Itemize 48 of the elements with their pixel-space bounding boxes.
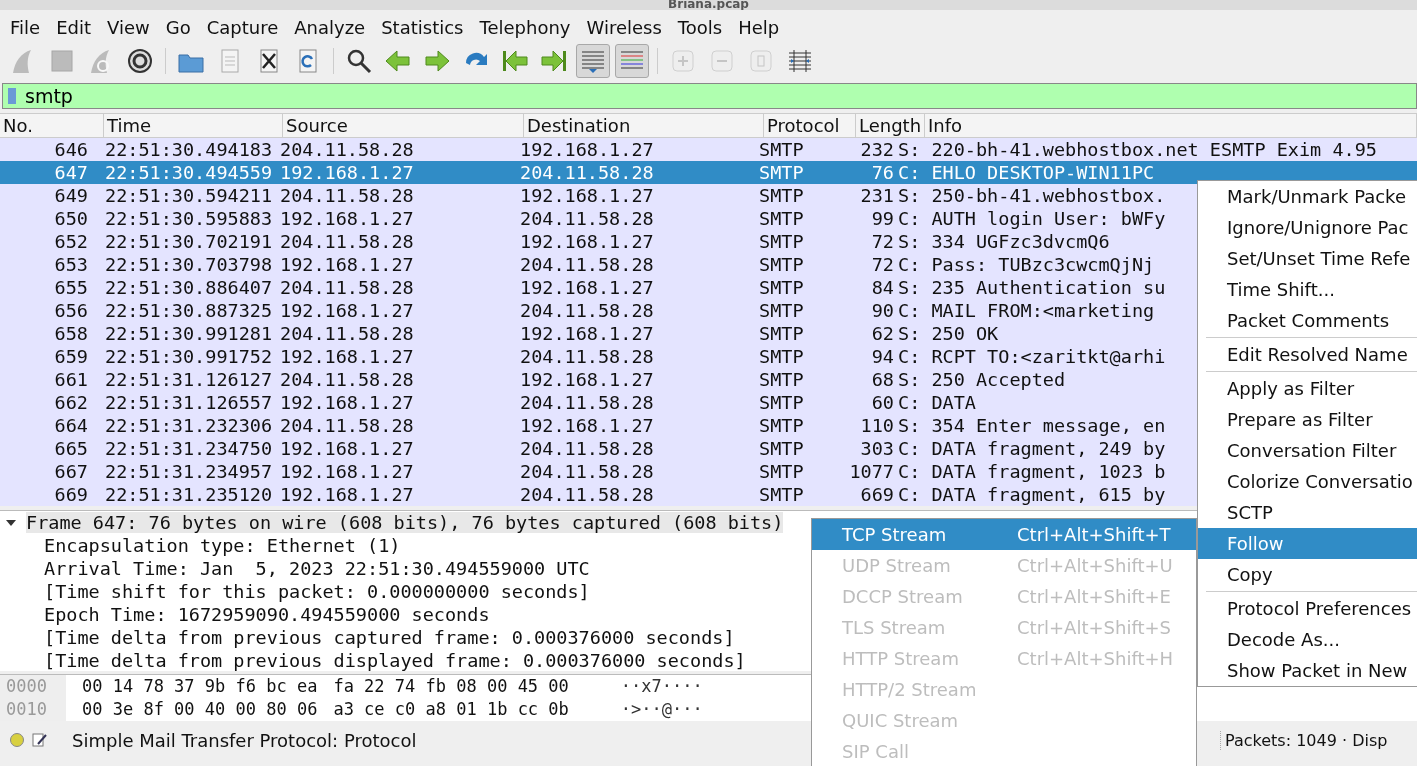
detail-line[interactable]: Encapsulation type: Ethernet (1) [44,535,401,556]
menu-item[interactable]: Capture [198,16,287,38]
menu-item[interactable]: Help [730,16,788,38]
menu-item[interactable]: Protocol Preferences [1198,593,1417,624]
column-header[interactable]: Length [856,114,925,137]
menu-item[interactable]: Wireless [578,16,670,38]
column-header[interactable]: Info [925,114,1417,137]
menu-item[interactable]: Analyze [286,16,374,38]
detail-line[interactable]: Epoch Time: 1672959090.494559000 seconds [44,604,490,625]
menu-item[interactable]: Tools [669,16,731,38]
menu-item[interactable]: Decode As... [1198,624,1417,655]
column-header[interactable]: No. [0,114,104,137]
hex-bytes: 00 14 78 37 9b f6 bc ea [82,675,318,698]
edit-icon[interactable] [32,732,48,748]
hex-offset: 0000 [6,675,48,698]
menu-item[interactable]: Copy [1198,559,1417,590]
detail-line[interactable]: [Time delta from previous displayed frame: 0.000376000 seconds] [44,650,746,671]
column-header[interactable]: Source [283,114,524,137]
hex-offset: 0010 [6,698,48,721]
detail-line[interactable]: [Time delta from previous captured frame: 0.000376000 seconds] [44,627,735,648]
menu-item[interactable]: File [2,16,49,38]
colored-lines-icon[interactable] [615,44,649,78]
expert-info-icon[interactable] [10,733,24,747]
menu-item[interactable]: Follow [1198,528,1417,559]
collapse-arrow-icon[interactable] [6,518,16,527]
column-header[interactable]: Destination [524,114,764,137]
packet-row[interactable]: 647 22:51:30.494559 192.168.1.27 204.11.58.28 SMTP 76 C: EHLO DESKTOP-WIN11PC [0,161,1417,184]
detail-line[interactable]: Arrival Time: Jan 5, 2023 22:51:30.494559000 UTC [44,558,590,579]
packet-row[interactable]: 646 22:51:30.494183 204.11.58.28 192.168.1.27 SMTP 232 S: 220-bh-41.webhostbox.net ESMTP Exim 4.95 [0,138,1417,161]
hex-bytes: fa 22 74 fb 08 00 45 00 [333,675,569,698]
menu-item[interactable]: Telephony [471,16,579,38]
menu-item[interactable]: View [99,16,158,38]
column-header[interactable]: Protocol [764,114,856,137]
hex-bytes: 00 3e 8f 00 40 00 80 06 [82,698,318,721]
menu-item[interactable]: TCP Stream Ctrl+Alt+Shift+T [812,519,1196,550]
menu-item[interactable]: Statistics [373,16,472,38]
menu-item[interactable]: Show Packet in New [1198,655,1417,686]
status-text: Simple Mail Transfer Protocol: Protocol [72,729,417,751]
menu-item[interactable]: Edit [48,16,99,38]
ascii-dump: ·>··@··· [620,698,703,721]
column-header[interactable]: Time [104,114,283,137]
display-filter-field[interactable]: smtp [2,83,1417,109]
hex-bytes: a3 ce c0 a8 01 1b cc 0b [333,698,569,721]
menu-item[interactable]: Go [157,16,199,38]
ascii-dump: ··x7···· [620,675,703,698]
detail-line[interactable]: [Time shift for this packet: 0.000000000 seconds] [44,581,590,602]
packet-count: Packets: 1049 · Disp [1220,730,1417,750]
lines-icon[interactable] [576,44,610,78]
